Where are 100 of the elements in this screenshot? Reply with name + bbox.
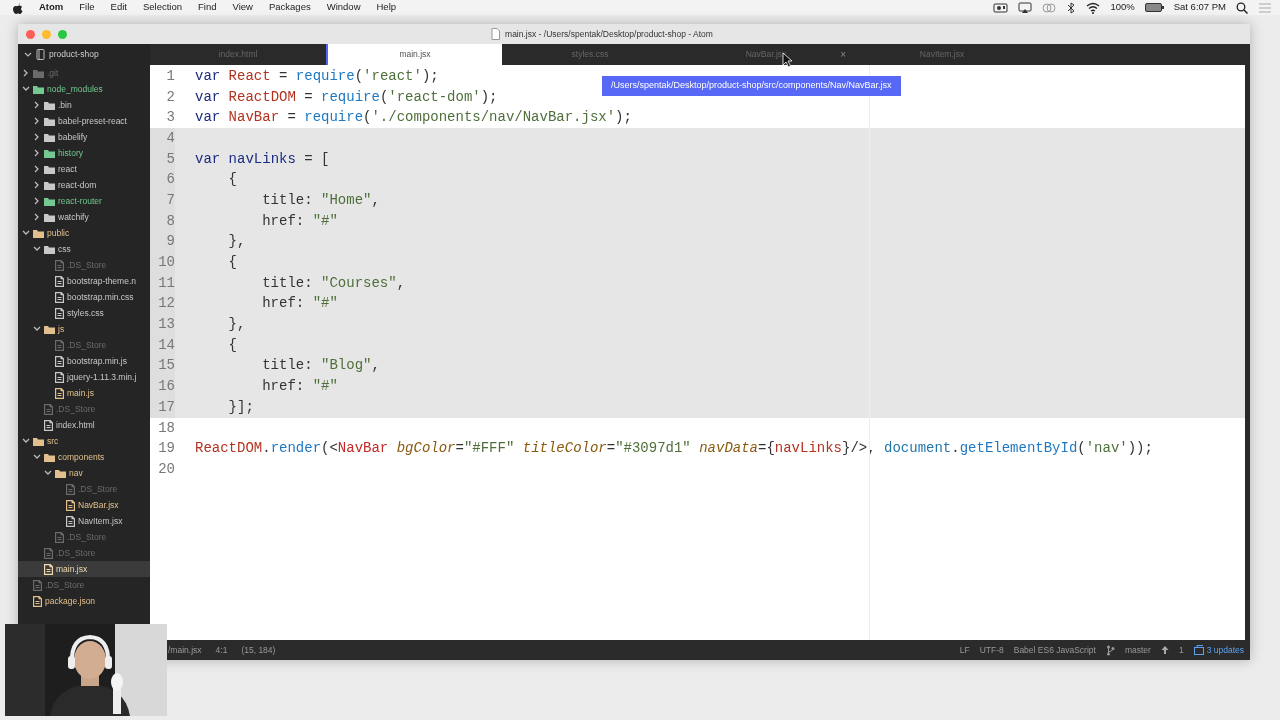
- code-line: title: "Blog",: [261, 356, 380, 376]
- chevron-icon[interactable]: [22, 437, 30, 445]
- tree-row[interactable]: components: [18, 449, 150, 465]
- file-name: bootstrap.min.css: [67, 290, 134, 304]
- tooltip: /Users/spentak/Desktop/product-shop/src/components/Nav/NavBar.jsx: [602, 76, 901, 96]
- menu-item[interactable]: File: [79, 0, 95, 15]
- tree-row[interactable]: NavBar.jsx: [18, 497, 150, 513]
- file-icon: [491, 28, 502, 40]
- line-number: 19: [157, 439, 175, 459]
- grammar[interactable]: Babel ES6 JavaScript: [1013, 643, 1096, 657]
- screen-icon[interactable]: [1018, 1, 1033, 14]
- tree-row[interactable]: css: [18, 241, 150, 257]
- tree-row[interactable]: jquery-1.11.3.min.j: [18, 369, 150, 385]
- tree-row[interactable]: node_modules: [18, 81, 150, 97]
- tree-row[interactable]: babel-preset-react: [18, 113, 150, 129]
- menu-item[interactable]: Edit: [110, 0, 127, 15]
- rings-icon[interactable]: [1042, 1, 1057, 14]
- file-name: jquery-1.11.3.min.j: [67, 370, 137, 384]
- code-line: {: [227, 335, 237, 355]
- clock[interactable]: Sat 6:07 PM: [1173, 0, 1226, 15]
- tab[interactable]: main.jsx: [326, 44, 502, 65]
- commits-ahead[interactable]: 1: [1178, 643, 1184, 657]
- menu-item[interactable]: Help: [376, 0, 397, 15]
- chevron-icon[interactable]: [22, 229, 30, 237]
- chevron-icon[interactable]: [33, 197, 41, 205]
- chevron-icon[interactable]: [33, 133, 41, 141]
- tree-row[interactable]: main.js: [18, 385, 150, 401]
- file-name: js: [58, 322, 65, 336]
- menu-item[interactable]: View: [232, 0, 253, 15]
- chevron-icon[interactable]: [22, 69, 30, 77]
- battery-icon[interactable]: [1144, 2, 1164, 13]
- updates-count[interactable]: 3 updates: [1206, 643, 1244, 657]
- tree-row[interactable]: bootstrap-theme.n: [18, 273, 150, 289]
- chevron-icon[interactable]: [33, 453, 41, 461]
- tree-row[interactable]: bootstrap.min.js: [18, 353, 150, 369]
- chevron-icon[interactable]: [33, 213, 41, 221]
- tree-row[interactable]: react: [18, 161, 150, 177]
- line-ending[interactable]: LF: [959, 643, 970, 657]
- file-path[interactable]: /main.jsx: [168, 643, 202, 657]
- tree-row[interactable]: main.jsx: [18, 561, 150, 577]
- file-name: .DS_Store: [67, 530, 107, 544]
- tree-row[interactable]: react-router: [18, 193, 150, 209]
- tree-row[interactable]: babelify: [18, 129, 150, 145]
- tree-row[interactable]: react-dom: [18, 177, 150, 193]
- tree-row[interactable]: public: [18, 225, 150, 241]
- file-name: .DS_Store: [56, 546, 96, 560]
- chevron-icon[interactable]: [33, 101, 41, 109]
- chevron-icon[interactable]: [33, 117, 41, 125]
- chevron-icon[interactable]: [33, 245, 41, 253]
- menu-item[interactable]: Find: [198, 0, 217, 15]
- chevron-icon[interactable]: [22, 85, 30, 93]
- file-name: .DS_Store: [67, 338, 107, 352]
- tree-row[interactable]: package.json: [18, 593, 150, 609]
- chevron-icon[interactable]: [33, 165, 41, 173]
- file-name: styles.css: [67, 306, 104, 320]
- tree-row[interactable]: index.html: [18, 417, 150, 433]
- tree-row[interactable]: styles.css: [18, 305, 150, 321]
- chevron-icon[interactable]: [44, 469, 52, 477]
- branch-name[interactable]: master: [1124, 643, 1151, 657]
- chevron-icon[interactable]: [33, 181, 41, 189]
- file-name: babelify: [58, 130, 88, 144]
- tree-row[interactable]: bootstrap.min.css: [18, 289, 150, 305]
- bluetooth-icon[interactable]: [1066, 1, 1077, 14]
- menu-item[interactable]: Window: [326, 0, 361, 15]
- file-name: main.jsx: [56, 562, 88, 576]
- code-line: {: [227, 170, 237, 190]
- video-camera-icon[interactable]: [993, 1, 1009, 14]
- updates-link[interactable]: 3 updates: [1193, 643, 1244, 657]
- chevron-icon[interactable]: [24, 51, 32, 58]
- file-name: bootstrap.min.js: [67, 354, 127, 368]
- wifi-icon[interactable]: [1086, 1, 1101, 14]
- cursor-position[interactable]: 4:1: [215, 643, 228, 657]
- tree-row[interactable]: NavItem.jsx: [18, 513, 150, 529]
- code-line: },: [227, 315, 246, 335]
- package-icon: [1193, 645, 1204, 655]
- tree-row[interactable]: history: [18, 145, 150, 161]
- tree-row[interactable]: nav: [18, 465, 150, 481]
- file-name: .DS_Store: [67, 258, 107, 272]
- tree-row[interactable]: .bin: [18, 97, 150, 113]
- line-number: 8: [150, 210, 175, 232]
- line-number: 20: [157, 459, 175, 479]
- menu-item[interactable]: Selection: [142, 0, 183, 15]
- tree-row[interactable]: src: [18, 433, 150, 449]
- close-button[interactable]: ×: [840, 47, 846, 62]
- encoding[interactable]: UTF-8: [979, 643, 1004, 657]
- tree-row[interactable]: watchify: [18, 209, 150, 225]
- selection-count[interactable]: (15, 184): [241, 643, 276, 657]
- app-menu[interactable]: Atom: [39, 0, 64, 15]
- line-number: 14: [150, 334, 175, 356]
- file-name: index.html: [56, 418, 95, 432]
- chevron-icon[interactable]: [33, 149, 41, 157]
- code-line: title: "Courses",: [261, 273, 406, 293]
- menu-item[interactable]: Packages: [268, 0, 311, 15]
- tree-row[interactable]: js: [18, 321, 150, 337]
- line-number: 2: [165, 87, 175, 107]
- chevron-icon[interactable]: [33, 325, 41, 333]
- file-name: css: [58, 242, 71, 256]
- search-icon[interactable]: [1236, 1, 1248, 14]
- code-line: ReactDOM.render(<NavBar bgColor="#FFF" titleColor="#3097d1" navData={navLinks}/>, document.getElementById('nav'));: [195, 439, 1153, 459]
- project-name[interactable]: product-shop: [49, 48, 99, 61]
